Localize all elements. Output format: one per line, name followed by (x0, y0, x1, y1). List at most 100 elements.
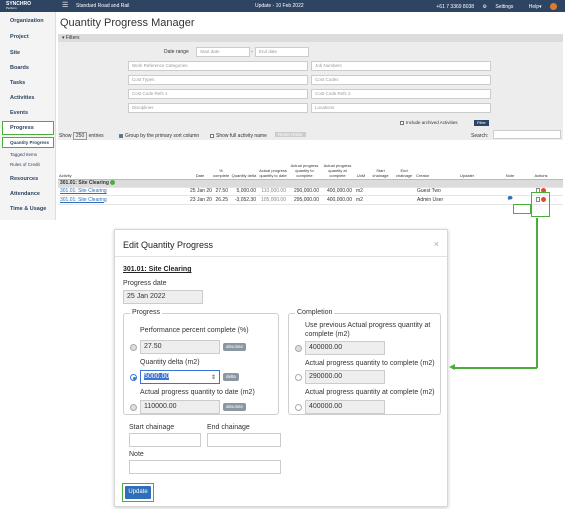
sidebar-item-site[interactable]: Site (10, 50, 20, 56)
entries-label: entries (88, 133, 104, 139)
cost-code-refs-1-select[interactable]: Cost Code Refs 1 (128, 89, 308, 99)
quantity-delta-value: 5000.00 (144, 373, 170, 380)
pct-complete-radio[interactable] (130, 344, 137, 351)
col-actions[interactable]: Actions (519, 142, 563, 180)
include-archived-checkbox[interactable]: Include archived Activities (400, 120, 458, 125)
job-numbers-select[interactable]: Job Numbers (311, 61, 491, 71)
sidebar-subitem-rules-of-credit[interactable]: Rules of Credit (10, 162, 40, 167)
quantity-delta-radio[interactable] (130, 374, 137, 381)
phone-number: +61 7 3369 8038 (436, 3, 475, 10)
sidebar-item-progress[interactable]: Progress (10, 125, 34, 131)
sidebar-item-tasks[interactable]: Tasks (10, 80, 25, 86)
help-link[interactable]: Help▾ (522, 4, 542, 10)
sidebar-item-project[interactable]: Project (10, 34, 29, 40)
pct-complete-field: 27.50 (140, 340, 220, 354)
filters-toggle[interactable]: ▾ Filters (58, 34, 563, 42)
delta-badge: delta (223, 373, 239, 381)
group-by-label: Group by the primary sort column (125, 133, 200, 139)
completion-legend: Completion (295, 309, 335, 316)
settings-label: Settings (495, 3, 514, 10)
col-activity[interactable]: Activity (58, 142, 188, 180)
use-previous-radio[interactable] (295, 345, 302, 352)
activity-link[interactable]: 301.01: Site Clearing (60, 188, 107, 194)
add-icon[interactable] (110, 180, 116, 186)
table-header-row: Activity Date % complete Quantity delta … (58, 142, 563, 180)
screenshot-root: SYNCHRO Perform ☰ Standard Road and Rail… (0, 0, 565, 509)
page-title: Quantity Progress Manager (60, 17, 195, 29)
at-complete-field: 400000.00 (305, 400, 385, 414)
row-note (501, 187, 519, 196)
end-chainage-input[interactable] (207, 433, 281, 447)
row-date: 25 Jan 2022 (188, 187, 212, 196)
comment-icon[interactable]: 🗩 (507, 196, 513, 202)
sidebar-item-boards[interactable]: Boards (10, 65, 29, 71)
show-full-check-icon (210, 133, 214, 138)
avatar[interactable] (550, 3, 557, 10)
close-icon[interactable]: × (434, 239, 439, 249)
to-complete-radio[interactable] (295, 374, 302, 381)
search-input[interactable] (493, 130, 561, 139)
at-complete-radio[interactable] (295, 404, 302, 411)
sidebar-item-activities[interactable]: Activities (10, 95, 34, 101)
row-start-chainage (368, 195, 393, 205)
col-uom[interactable]: UoM (354, 142, 368, 180)
locations-select[interactable]: Locations (311, 103, 491, 113)
sidebar-subitem-quantity-progress[interactable]: Quantity Progress (10, 140, 49, 145)
quantity-delta-label: Quantity delta (m2) (140, 359, 200, 366)
row-date: 23 Jan 2022 (188, 195, 212, 205)
filter-button[interactable]: Filter (474, 120, 489, 126)
to-date-radio[interactable] (130, 404, 137, 411)
show-full-name-checkbox[interactable]: Show full activity name (210, 133, 267, 139)
quantity-delta-field[interactable]: 5000.00 ⇕ (140, 370, 220, 384)
col-date[interactable]: Date (188, 142, 212, 180)
col-to-complete[interactable]: Actual progress quantity to complete (288, 142, 321, 180)
row-creator: Guest Two (415, 187, 459, 196)
group-by-checkbox[interactable]: Group by the primary sort column (119, 133, 199, 139)
col-note[interactable]: Note (501, 142, 519, 180)
entries-select[interactable]: 250 (72, 132, 88, 140)
work-reference-categories-select[interactable]: Work Reference Categories (128, 61, 308, 71)
col-at-complete[interactable]: Actual progress quantity at complete (321, 142, 354, 180)
settings-link[interactable]: ⚙ Settings (482, 4, 513, 10)
cost-codes-select[interactable]: Cost Codes (311, 75, 491, 85)
end-date-input[interactable]: End date (255, 47, 309, 57)
cost-code-refs-2-select[interactable]: Cost Code Refs 2 (311, 89, 491, 99)
progress-date-field: 25 Jan 2022 (123, 290, 203, 304)
col-end-chainage[interactable]: End chainage (393, 142, 415, 180)
modal-activity: 301.01: Site Clearing (123, 266, 192, 273)
start-date-input[interactable]: Start date (196, 47, 250, 57)
disciplines-select[interactable]: Disciplines (128, 103, 308, 113)
col-quantity-delta[interactable]: Quantity delta (230, 142, 258, 180)
col-pct-complete[interactable]: % complete (212, 142, 230, 180)
col-updater[interactable]: Updater (459, 142, 501, 180)
sidebar-item-events[interactable]: Events (10, 110, 28, 116)
row-to-date: 110,000.00 (258, 187, 288, 196)
cost-types-select[interactable]: Cost Types (128, 75, 308, 85)
project-name[interactable]: Standard Road and Rail (76, 3, 129, 9)
sidebar-item-time-usage[interactable]: Time & Usage (10, 206, 46, 212)
sidebar-subitem-tagged-items[interactable]: Tagged Items (10, 152, 37, 157)
col-to-date[interactable]: Actual progress quantity to date (258, 142, 288, 180)
sidebar-item-organization[interactable]: Organization (10, 18, 44, 24)
use-previous-field: 400000.00 (305, 341, 385, 355)
row-pct: 26.25 (212, 195, 230, 205)
sidebar-item-resources[interactable]: Resources (10, 176, 38, 182)
app-logo[interactable]: SYNCHRO Perform (6, 2, 31, 11)
modal-divider (115, 256, 447, 257)
start-chainage-input[interactable] (129, 433, 201, 447)
at-complete-label: Actual progress quantity at complete (m2… (305, 389, 435, 396)
spinner-icon[interactable]: ⇕ (211, 372, 216, 384)
main-content: Quantity Progress Manager ▾ Filters Date… (58, 12, 563, 220)
to-complete-field: 290000.00 (305, 370, 385, 384)
col-start-chainage[interactable]: Start chainage (368, 142, 393, 180)
pct-complete-label: Performance percent complete (%) (140, 327, 249, 334)
col-creator[interactable]: Creator (415, 142, 459, 180)
update-button[interactable]: Update (125, 486, 151, 499)
note-input[interactable] (129, 460, 281, 474)
activity-link[interactable]: 301.01: Site Clearing (60, 197, 107, 203)
hamburger-icon[interactable]: ☰ (62, 2, 68, 9)
reset-order-button[interactable]: Reset Order (275, 132, 306, 137)
update-title: Update - 10 Feb 2022 (255, 3, 304, 9)
connector-arrow-icon (449, 364, 455, 370)
sidebar-item-attendance[interactable]: Attendance (10, 191, 40, 197)
